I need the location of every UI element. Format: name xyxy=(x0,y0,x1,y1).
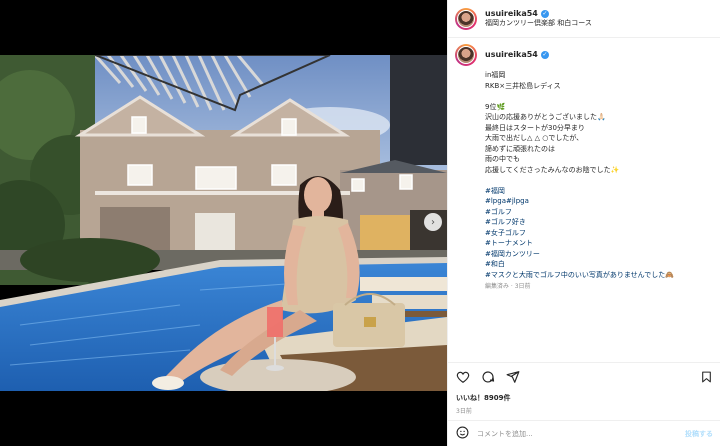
caption-line: RKB×三井松島レディス xyxy=(485,81,561,90)
comment-icon[interactable] xyxy=(481,370,495,384)
caption-line: 沢山の応援ありがとうございました🙏🏻 xyxy=(485,113,606,121)
caption-username-link[interactable]: usuireika54 xyxy=(485,50,538,60)
action-bar xyxy=(456,369,713,385)
chevron-right-icon: › xyxy=(431,216,435,228)
caption-line: 9位🌿 xyxy=(485,102,506,111)
post-photo-image xyxy=(0,55,447,391)
post-header: usuireika54 ✓ 福岡カンツリー倶楽部 和白コース xyxy=(448,0,720,38)
media-pane: › xyxy=(0,0,447,446)
caption-line: in福岡 xyxy=(485,71,506,79)
caption-line: 大雨で出だし△ △ ○でしたが、 xyxy=(485,134,584,142)
like-count[interactable]: いいね！8909件 xyxy=(456,393,713,403)
emoji-icon[interactable] xyxy=(456,424,469,443)
post-comment-button[interactable]: 投稿する xyxy=(685,429,713,439)
post-sidebar: usuireika54 ✓ 福岡カンツリー倶楽部 和白コース usuireika… xyxy=(447,0,720,446)
caption-line: 雨の中でも xyxy=(485,155,520,163)
avatar[interactable] xyxy=(455,7,477,30)
avatar-image xyxy=(457,46,475,64)
caption: usuireika54 ✓ in福岡 RKB×三井松島レディス 9位🌿 沢山の応… xyxy=(455,44,715,290)
share-icon[interactable] xyxy=(506,370,520,384)
caption-text: in福岡 RKB×三井松島レディス 9位🌿 沢山の応援ありがとうございました🙏🏻… xyxy=(485,70,715,280)
location-link[interactable]: 福岡カンツリー倶楽部 和白コース xyxy=(485,19,592,28)
hashtag-link[interactable]: #トーナメント xyxy=(485,238,715,249)
verified-badge-icon: ✓ xyxy=(540,51,549,59)
bookmark-icon[interactable] xyxy=(700,370,713,384)
post-timestamp[interactable]: 3日前 xyxy=(456,406,713,415)
avatar-image xyxy=(457,9,475,28)
hashtag-link[interactable]: #和白 xyxy=(485,259,715,270)
comment-input[interactable] xyxy=(477,429,685,438)
comment-bar: 投稿する xyxy=(448,420,720,446)
hashtag-link[interactable]: #ゴルフ好き xyxy=(485,217,715,228)
hashtag-link[interactable]: #ゴルフ xyxy=(485,207,715,218)
hashtag-link[interactable]: #lpga#jlpga xyxy=(485,196,715,207)
username-link[interactable]: usuireika54 xyxy=(485,9,538,19)
hashtag-link[interactable]: #福岡カンツリー xyxy=(485,249,715,260)
caption-line: 諦めずに頑張れたのは xyxy=(485,144,555,153)
caption-line: 応援してくださったみんなのお陰でした✨ xyxy=(485,165,620,174)
post-photo[interactable] xyxy=(0,55,447,391)
heart-icon[interactable] xyxy=(456,370,470,384)
caption-edited-meta: 編集済み · 3日前 xyxy=(485,283,531,290)
hashtag-link[interactable]: #福岡 xyxy=(485,186,715,197)
post-actions-section: いいね！8909件 3日前 xyxy=(448,362,720,415)
next-photo-button[interactable]: › xyxy=(424,213,442,231)
caption-avatar[interactable] xyxy=(455,44,477,66)
hashtag-link[interactable]: #マスクと大雨でゴルフ中のいい写真がありませんでした🙈 xyxy=(485,270,715,281)
caption-line: 最終日はスタートが30分早まり xyxy=(485,123,585,132)
verified-badge-icon: ✓ xyxy=(540,10,549,19)
hashtag-link[interactable]: #女子ゴルフ xyxy=(485,228,715,239)
